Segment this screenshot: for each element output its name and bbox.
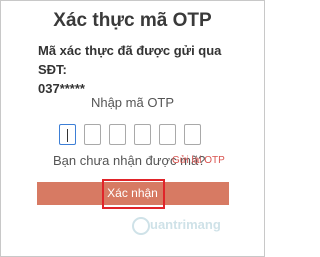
watermark-text: uantrimang [150,217,221,232]
otp-digit-5[interactable] [159,124,176,145]
otp-dialog [0,0,265,257]
watermark: uantrimang [132,217,221,237]
resend-otp-link[interactable]: Gửi lại OTP [172,155,225,166]
description-text: Mã xác thực đã được gửi qua SĐT: [38,43,222,77]
dialog-title: Xác thực mã OTP [53,10,212,31]
confirm-highlight-box [102,179,165,209]
otp-digit-3[interactable] [109,124,126,145]
otp-digit-1[interactable] [59,124,76,145]
text-caret [67,129,68,142]
otp-input-label: Nhập mã OTP [90,95,175,110]
otp-digit-6[interactable] [184,124,201,145]
quantrimang-logo-icon [132,217,150,235]
otp-digit-2[interactable] [84,124,101,145]
otp-digit-4[interactable] [134,124,151,145]
otp-sent-description: Mã xác thực đã được gửi qua SĐT: 037****… [38,41,248,98]
